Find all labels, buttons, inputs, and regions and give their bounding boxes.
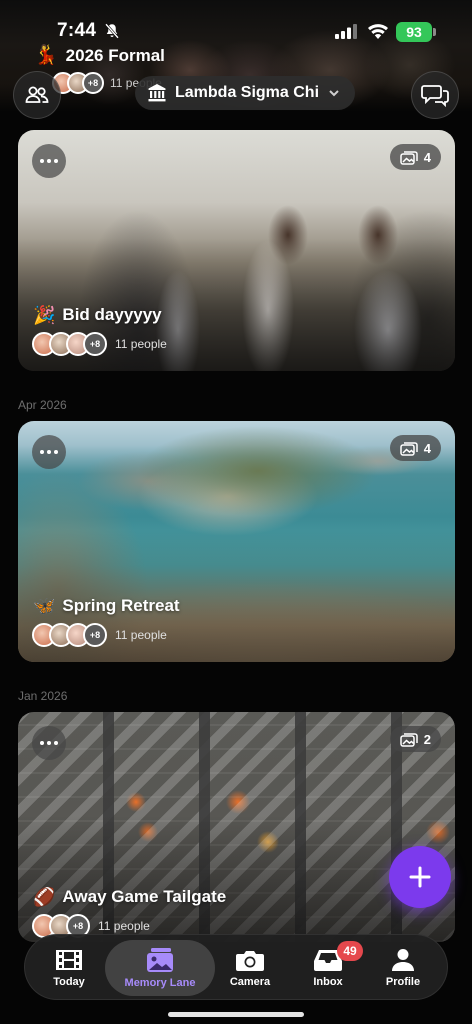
card-title-row: 🎉 Bid dayyyyy bbox=[33, 304, 162, 326]
cellular-signal-icon bbox=[335, 24, 357, 39]
members-button[interactable] bbox=[13, 71, 61, 119]
camera-icon bbox=[236, 951, 264, 971]
event-emoji: 💃 bbox=[34, 45, 58, 66]
create-memory-button[interactable] bbox=[389, 846, 451, 908]
dot bbox=[47, 159, 51, 163]
tab-camera[interactable]: Camera bbox=[222, 935, 278, 1001]
memory-card-spring-retreat[interactable]: 4 🦋 Spring Retreat +8 11 people bbox=[18, 421, 455, 662]
card-title: Bid dayyyyy bbox=[62, 305, 162, 324]
chat-bubbles-icon bbox=[421, 85, 449, 108]
building-columns-icon bbox=[148, 84, 166, 102]
photo-count: 4 bbox=[423, 149, 431, 165]
dot bbox=[47, 741, 51, 745]
photo-count-badge: 2 bbox=[389, 726, 441, 752]
more-options-button[interactable] bbox=[32, 726, 66, 760]
tab-label: Memory Lane bbox=[124, 977, 196, 989]
event-title-row: 💃 2026 Formal bbox=[34, 45, 165, 67]
chevron-down-icon bbox=[329, 90, 339, 97]
photo-count-badge: 4 bbox=[389, 144, 441, 170]
card-member-avatars[interactable]: +8 11 people bbox=[32, 332, 167, 356]
film-icon bbox=[56, 950, 82, 970]
dot bbox=[40, 159, 44, 163]
card-people-count: 11 people bbox=[98, 919, 150, 933]
chat-button[interactable] bbox=[411, 71, 459, 119]
photos-stack-icon bbox=[400, 441, 418, 456]
dot bbox=[47, 450, 51, 454]
organization-name: Lambda Sigma Chi bbox=[175, 84, 320, 101]
card-title-row: 🏈 Away Game Tailgate bbox=[33, 886, 226, 908]
card-people-count: 11 people bbox=[115, 628, 167, 642]
card-people-count: 11 people bbox=[115, 337, 167, 351]
photo-count: 2 bbox=[423, 731, 431, 747]
tab-memory-lane[interactable]: Memory Lane bbox=[105, 940, 215, 996]
memory-card-bid-day[interactable]: 4 🎉 Bid dayyyyy +8 11 people bbox=[18, 130, 455, 371]
memory-card-away-game-tailgate[interactable]: 2 🏈 Away Game Tailgate +8 11 people bbox=[18, 712, 455, 942]
plus-icon bbox=[409, 866, 431, 888]
photos-stack-icon bbox=[400, 732, 418, 747]
battery-tip bbox=[433, 28, 436, 36]
people-icon bbox=[25, 86, 49, 103]
dot bbox=[54, 450, 58, 454]
tab-label: Today bbox=[53, 976, 85, 988]
tab-label: Camera bbox=[229, 976, 271, 988]
photos-icon bbox=[147, 948, 173, 972]
event-title: 2026 Formal bbox=[65, 46, 165, 65]
avatar-extra-count: +8 bbox=[83, 623, 107, 647]
dot bbox=[54, 159, 58, 163]
dot bbox=[40, 450, 44, 454]
card-emoji: 🎉 bbox=[33, 305, 56, 325]
dot bbox=[40, 741, 44, 745]
person-icon bbox=[392, 949, 414, 971]
more-options-button[interactable] bbox=[32, 435, 66, 469]
bell-off-icon bbox=[105, 23, 119, 39]
avatar-extra-count: +8 bbox=[83, 332, 107, 356]
photos-stack-icon bbox=[400, 150, 418, 165]
dot bbox=[54, 741, 58, 745]
status-bar: 7:44 93 bbox=[0, 0, 472, 48]
organization-selector[interactable]: Lambda Sigma Chi bbox=[135, 76, 356, 110]
tab-bar: Today Memory Lane Camera Inbox Profile 4… bbox=[24, 934, 448, 1000]
inbox-unread-badge: 49 bbox=[337, 941, 363, 961]
photo-count-badge: 4 bbox=[389, 435, 441, 461]
card-title-row: 🦋 Spring Retreat bbox=[33, 595, 180, 617]
card-emoji: 🏈 bbox=[33, 887, 56, 907]
tab-today[interactable]: Today bbox=[41, 935, 97, 1001]
card-title: Away Game Tailgate bbox=[62, 887, 227, 906]
month-divider: Jan 2026 bbox=[18, 689, 68, 703]
month-divider: Apr 2026 bbox=[18, 398, 67, 412]
tab-profile[interactable]: Profile bbox=[375, 935, 431, 1001]
tab-label: Profile bbox=[385, 976, 421, 988]
card-member-avatars[interactable]: +8 11 people bbox=[32, 623, 167, 647]
more-options-button[interactable] bbox=[32, 144, 66, 178]
tab-label: Inbox bbox=[313, 976, 343, 988]
battery-level: 93 bbox=[396, 22, 432, 42]
card-emoji: 🦋 bbox=[33, 596, 56, 616]
card-title: Spring Retreat bbox=[62, 596, 180, 615]
status-time: 7:44 bbox=[57, 20, 97, 41]
wifi-icon bbox=[368, 24, 388, 39]
photo-count: 4 bbox=[423, 440, 431, 456]
home-indicator bbox=[168, 1012, 304, 1017]
avatar-extra-count: +8 bbox=[82, 72, 104, 94]
